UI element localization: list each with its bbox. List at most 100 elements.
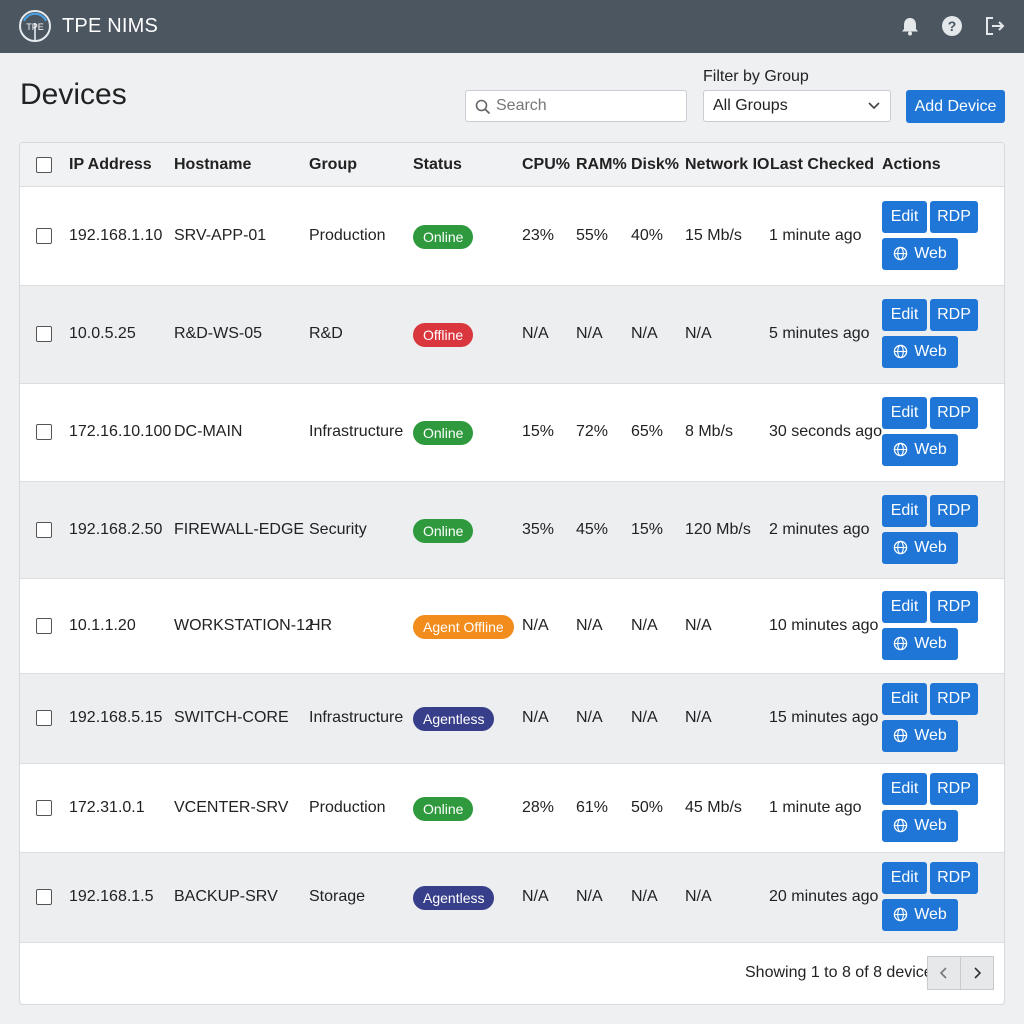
row-checkbox[interactable]: [36, 617, 52, 634]
column-header-group[interactable]: Group: [309, 156, 357, 174]
group-filter-value: All Groups: [713, 97, 788, 114]
cell-hostname: BACKUP-SRV: [174, 888, 278, 905]
svg-text:TPE: TPE: [26, 22, 44, 32]
edit-button[interactable]: Edit: [882, 200, 927, 233]
cell-cpu: 35%: [522, 520, 555, 538]
row-checkbox[interactable]: [36, 326, 52, 342]
group-filter-select[interactable]: All Groups: [703, 90, 891, 122]
add-device-button[interactable]: Add Device: [906, 90, 1005, 123]
column-header-ram[interactable]: RAM%: [576, 156, 627, 174]
bell-icon[interactable]: [899, 15, 921, 37]
rdp-button[interactable]: RDP: [930, 683, 978, 715]
cell-last-checked: 20 minutes ago: [769, 888, 879, 905]
column-header-cpu[interactable]: CPU%: [522, 156, 570, 174]
globe-icon: [893, 344, 908, 359]
rdp-button[interactable]: RDP: [930, 772, 978, 805]
cell-group: Storage: [309, 888, 366, 905]
table-row: 172.16.10.100 DC-MAIN Infrastructure 15% 72%…: [20, 384, 1004, 482]
edit-button[interactable]: Edit: [882, 494, 927, 527]
edit-button[interactable]: Edit: [882, 772, 927, 805]
column-header-actions: Actions: [882, 156, 941, 173]
cell-hostname: DC-MAIN: [174, 423, 243, 440]
cell-hostname: VCENTER-SRV: [174, 798, 289, 816]
cell-last-checked: 30 seconds ago: [769, 423, 882, 440]
edit-button[interactable]: Edit: [882, 683, 927, 715]
edit-button[interactable]: Edit: [882, 862, 927, 894]
previous-page-button[interactable]: [927, 956, 961, 990]
rdp-button[interactable]: RDP: [930, 200, 978, 233]
row-checkbox[interactable]: [36, 799, 52, 816]
cell-group: HR: [309, 616, 333, 634]
pagination-summary: Showing 1 to 8 of 8 devices: [745, 964, 941, 981]
cell-network-io: N/A: [685, 709, 712, 726]
web-button[interactable]: Web: [882, 336, 958, 368]
svg-text:?: ?: [948, 18, 957, 34]
column-header-last-checked[interactable]: Last Checked: [770, 156, 874, 174]
cell-disk: 50%: [631, 798, 664, 816]
cell-disk: N/A: [631, 325, 658, 342]
table-row: 192.168.5.15 SWITCH-CORE Infrastructure N/A…: [20, 674, 1004, 764]
column-header-status[interactable]: Status: [413, 156, 462, 174]
web-button[interactable]: Web: [882, 809, 958, 842]
next-page-button[interactable]: [960, 956, 994, 990]
cell-disk: 15%: [631, 520, 664, 538]
cell-network-io: 45 Mb/s: [685, 798, 742, 816]
web-button-label: Web: [914, 538, 947, 556]
table-row: 10.0.5.25 R&D-WS-05 R&D N/A N/A N/A N/A 5 minut…: [20, 286, 1004, 384]
cell-group: Infrastructure: [309, 709, 404, 726]
cell-ip-address: 192.168.5.15: [69, 709, 163, 726]
cell-last-checked: 1 minute ago: [769, 798, 862, 816]
page-title: Devices: [20, 78, 127, 111]
web-button-label: Web: [914, 727, 947, 744]
edit-button[interactable]: Edit: [882, 590, 927, 623]
column-header-ip[interactable]: IP Address: [69, 156, 152, 174]
edit-button[interactable]: Edit: [882, 299, 927, 331]
edit-button[interactable]: Edit: [882, 397, 927, 429]
cell-ram: 72%: [576, 423, 609, 440]
row-checkbox[interactable]: [36, 710, 52, 726]
web-button-label: Web: [914, 244, 947, 262]
column-header-hostname[interactable]: Hostname: [174, 156, 251, 174]
globe-icon: [893, 442, 908, 457]
rdp-button[interactable]: RDP: [930, 862, 978, 894]
cell-ip-address: 10.1.1.20: [69, 616, 136, 634]
column-header-network-io[interactable]: Network IO: [685, 156, 769, 174]
app-logo: TPE: [19, 10, 51, 42]
row-checkbox[interactable]: [36, 521, 52, 538]
row-checkbox[interactable]: [36, 227, 52, 244]
rdp-button[interactable]: RDP: [930, 494, 978, 527]
select-all-checkbox[interactable]: [36, 157, 52, 173]
cell-group: R&D: [309, 325, 343, 342]
cell-cpu: 23%: [522, 226, 555, 244]
rdp-button[interactable]: RDP: [930, 299, 978, 331]
cell-last-checked: 10 minutes ago: [769, 616, 879, 634]
web-button[interactable]: Web: [882, 531, 958, 564]
cell-hostname: FIREWALL-EDGE: [174, 520, 305, 538]
search-input[interactable]: [496, 91, 681, 121]
web-button[interactable]: Web: [882, 720, 958, 752]
globe-icon: [893, 636, 908, 650]
filter-by-group-label: Filter by Group: [703, 68, 809, 85]
web-button[interactable]: Web: [882, 899, 958, 931]
cell-hostname: SWITCH-CORE: [174, 709, 289, 726]
cell-group: Infrastructure: [309, 423, 404, 440]
chevron-down-icon: [868, 102, 880, 110]
web-button-label: Web: [914, 906, 947, 923]
status-badge: Online: [413, 421, 474, 445]
row-checkbox[interactable]: [36, 889, 52, 905]
row-checkbox[interactable]: [36, 424, 52, 440]
cell-network-io: N/A: [685, 616, 712, 634]
web-button[interactable]: Web: [882, 434, 958, 466]
globe-icon: [893, 907, 908, 922]
cell-network-io: 15 Mb/s: [685, 226, 742, 244]
rdp-button[interactable]: RDP: [930, 397, 978, 429]
help-icon[interactable]: ?: [941, 15, 963, 37]
cell-cpu: 28%: [522, 798, 555, 816]
column-header-disk[interactable]: Disk%: [631, 156, 679, 174]
cell-disk: N/A: [631, 709, 658, 726]
web-button[interactable]: Web: [882, 627, 958, 660]
cell-group: Production: [309, 226, 386, 244]
web-button[interactable]: Web: [882, 237, 958, 270]
logout-icon[interactable]: [984, 15, 1006, 37]
rdp-button[interactable]: RDP: [930, 590, 978, 623]
